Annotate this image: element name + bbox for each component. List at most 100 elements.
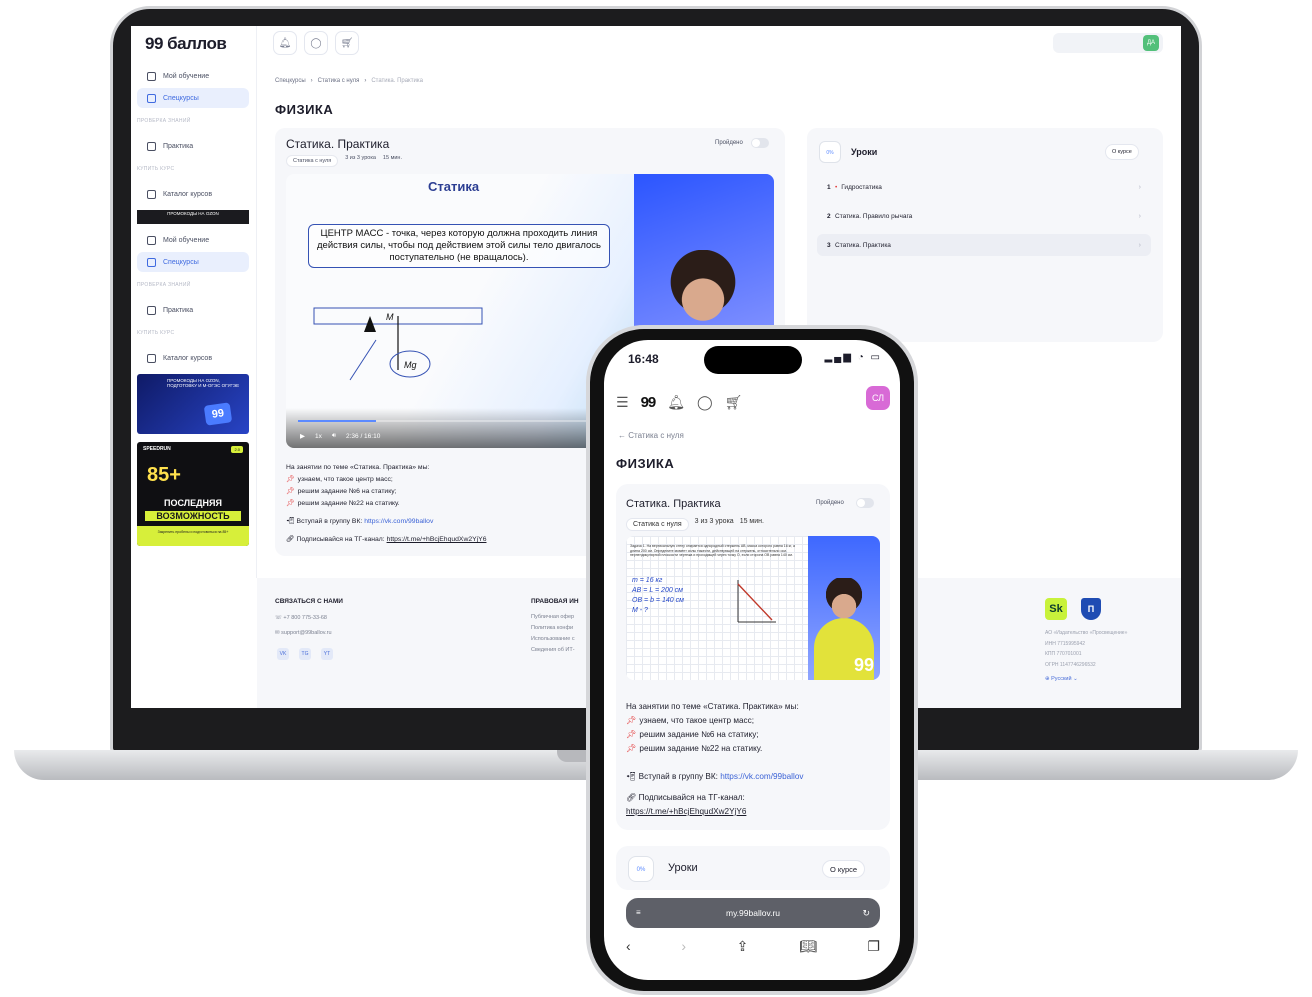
about-course-button[interactable]: О курсе [822, 860, 866, 878]
tabs-icon[interactable]: ❐ [867, 938, 880, 955]
lesson-list-item[interactable]: 2 Статика. Правило рычага › [817, 205, 1151, 227]
tg-link[interactable]: https://t.me/+hBcjEhqudXw2YjY6 [387, 536, 487, 543]
footer-email[interactable]: ✉ support@99ballov.ru [275, 630, 332, 636]
skolkovo-logo: Sk [1045, 598, 1067, 620]
video-watermark: 99 [853, 655, 874, 675]
language-select[interactable]: ⊕ Русский ⌄ [1045, 676, 1078, 682]
promo-99-badge: 99 [203, 402, 233, 426]
graduation-cap-icon [147, 235, 156, 245]
sidebar-item-special-courses[interactable]: Спецкурсы [137, 88, 249, 108]
done-toggle[interactable] [751, 138, 769, 148]
volume-icon[interactable]: 🔊︎ [332, 432, 336, 440]
sidebar-item-catalog[interactable]: Каталог курсов [137, 348, 249, 368]
company-line: КПП 770701001 [1045, 651, 1082, 657]
lesson-description: На занятии по теме «Статика. Практика» м… [286, 462, 487, 546]
mobile-navbar: ☰ 99 🔔︎ ◯ 🛒︎ [616, 390, 890, 414]
status-icons: ▂▄▆ ◔ ▭ [824, 352, 882, 363]
promo-ozon-text: ПРОМОКОДЫ НА OZON, ПОДГОТОВКУ И М-ОГЭС О… [167, 378, 240, 388]
status-dot-icon: • [835, 183, 838, 191]
telegram-icon[interactable]: TG [299, 648, 311, 660]
lessons-panel: 0% Уроки О курсе 1 • Гидростатика › 2 Ст… [807, 128, 1163, 342]
lesson-list-item-active[interactable]: 3 Статика. Практика › [817, 234, 1151, 256]
vk-icon[interactable]: VK [277, 648, 289, 660]
sidebar-item-label: Каталог курсов [163, 190, 213, 198]
chevron-right-icon: › [364, 78, 367, 84]
footer-phone[interactable]: ☏ +7 800 775-33-68 [275, 615, 327, 621]
footer-legal-link[interactable]: Сведения об ИТ- [531, 647, 575, 653]
address-bar[interactable]: ≡ my.99ballov.ru ↻ [626, 898, 880, 928]
avatar[interactable]: СЛ [866, 386, 890, 410]
board-rod-diagram [737, 580, 776, 623]
chat-icon[interactable]: ◯ [697, 394, 713, 411]
reload-icon[interactable]: ↻ [862, 898, 870, 928]
sidebar-item-label: Каталог курсов [163, 354, 213, 362]
sidebar-item-special-courses[interactable]: Спецкурсы [137, 252, 249, 272]
breadcrumb-item[interactable]: Статика с нуля [318, 78, 360, 84]
vk-link[interactable]: https://vk.com/99ballov [720, 772, 803, 781]
promo-speedrun-line1: ПОСЛЕДНЯЯ [164, 498, 222, 508]
catalog-icon [147, 353, 156, 363]
sidebar-item-practice[interactable]: Практика [137, 136, 249, 156]
meta-course[interactable]: Статика с нуля [286, 155, 339, 167]
meta-duration: 15 мин. [739, 518, 764, 525]
sidebar-item-catalog[interactable]: Каталог курсов [137, 184, 249, 204]
bookmarks-icon[interactable]: 📖︎ [799, 938, 817, 955]
company-line: ОГРН 1147746296532 [1045, 661, 1096, 668]
footer-legal-link[interactable]: Публичная офер [531, 614, 574, 620]
meta-course[interactable]: Статика с нуля [626, 518, 689, 531]
bell-icon[interactable]: 🔔︎ [667, 394, 685, 411]
video-progress-bar[interactable] [298, 420, 598, 422]
vk-link[interactable]: https://vk.com/99ballov [364, 518, 433, 525]
footer-phone-text: +7 800 775-33-68 [283, 615, 327, 621]
back-link[interactable]: ← Статика с нуля [618, 431, 684, 440]
lesson-item-title: Гидростатика [841, 183, 882, 191]
app-logo[interactable]: 99 [641, 394, 657, 411]
back-icon[interactable]: ‹ [626, 938, 631, 955]
speed-button[interactable]: 1x [315, 433, 322, 440]
promo-banner-ozon-small[interactable]: ПРОМОКОДЫ НА OZON [137, 210, 249, 224]
cart-icon[interactable]: 🛒︎ [725, 394, 743, 411]
sidebar-item-practice[interactable]: Практика [137, 300, 249, 320]
promo-banner-ozon[interactable]: ПРОМОКОДЫ НА OZON, ПОДГОТОВКУ И М-ОГЭС О… [137, 374, 249, 434]
app-logo[interactable]: 99 баллов [145, 34, 227, 54]
edit-icon [147, 305, 156, 315]
url-text: my.99ballov.ru [725, 908, 780, 918]
breadcrumb-item: Статика. Практика [371, 78, 423, 84]
about-course-button[interactable]: О курсе [1105, 144, 1139, 160]
breadcrumb-item[interactable]: Спецкурсы [275, 78, 306, 84]
play-icon[interactable]: ▶ [300, 432, 305, 440]
promo-banner-speedrun[interactable]: SPEEDRUN 2.0 85+ ПОСЛЕДНЯЯ ВОЗМОЖНОСТЬ З… [137, 442, 249, 546]
video-player[interactable]: Задача 1. На вертикальную стену опираетс… [626, 536, 880, 680]
reader-icon[interactable]: ≡ [636, 898, 641, 928]
language-label: Русский [1051, 676, 1072, 682]
lesson-item-title: Статика. Правило рычага [835, 212, 913, 220]
diagram-label-m: M [386, 312, 394, 322]
tg-link[interactable]: https://t.me/+hBcjEhqudXw2YjY6 [626, 807, 746, 816]
menu-icon[interactable]: ☰ [616, 394, 629, 411]
status-time: 16:48 [628, 352, 659, 366]
description-point: узнаем, что такое центр масс; [297, 476, 393, 483]
video-progress-fill [298, 420, 376, 422]
footer-legal-link[interactable]: Политика конфи [531, 625, 573, 631]
pin-icon: 📌︎ [626, 716, 637, 725]
chat-icon[interactable]: ◯ [304, 31, 328, 55]
lesson-number: 3 [827, 241, 831, 249]
footer-legal-link[interactable]: Использование с [531, 636, 575, 642]
avatar[interactable]: ДА [1143, 35, 1159, 51]
youtube-icon[interactable]: YT [321, 648, 333, 660]
pin-icon: 📌︎ [286, 500, 295, 507]
cart-icon[interactable]: 🛒︎ [335, 31, 359, 55]
share-icon[interactable]: ⇪ [737, 938, 749, 955]
forward-icon[interactable]: › [681, 938, 686, 955]
bell-icon[interactable]: 🔔︎ [273, 31, 297, 55]
sidebar-item-my-learning[interactable]: Мой обучение [137, 230, 249, 250]
lesson-list-item[interactable]: 1 • Гидростатика › [817, 176, 1151, 198]
teacher-video: 99 [808, 536, 880, 680]
promo-speedrun-line2: ВОЗМОЖНОСТЬ [145, 511, 241, 521]
lesson-number: 1 [827, 183, 831, 191]
back-link-label: Статика с нуля [628, 431, 684, 440]
sidebar-item-my-learning[interactable]: Мой обучение [137, 66, 249, 86]
lesson-description: На занятии по теме «Статика. Практика» м… [626, 700, 880, 819]
done-toggle[interactable] [856, 498, 874, 508]
edit-icon [147, 141, 156, 151]
